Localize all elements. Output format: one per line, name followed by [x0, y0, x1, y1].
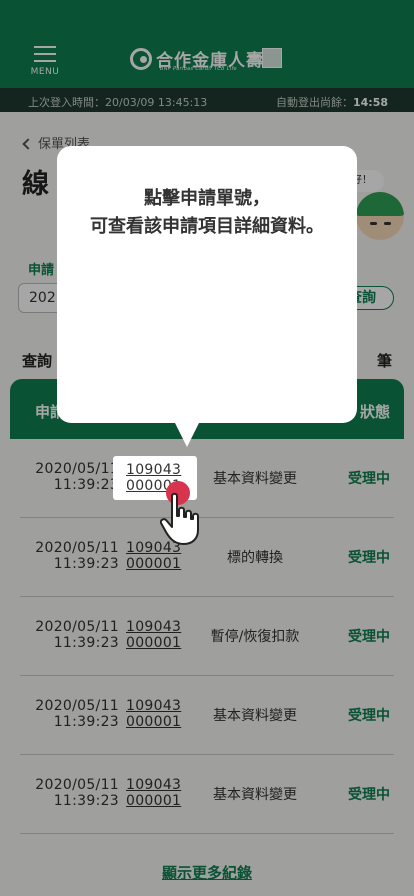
tooltip-line-2: 可查看該申請項目詳細資料。 — [90, 216, 324, 237]
tutorial-tooltip: 點擊申請單號， 可查看該申請項目詳細資料。 — [57, 146, 357, 447]
tooltip-line-1: 點擊申請單號， — [144, 188, 270, 209]
tutorial-overlay[interactable] — [0, 0, 414, 896]
application-number-part: 109043 — [126, 462, 182, 478]
hand-pointer-icon — [160, 492, 199, 545]
